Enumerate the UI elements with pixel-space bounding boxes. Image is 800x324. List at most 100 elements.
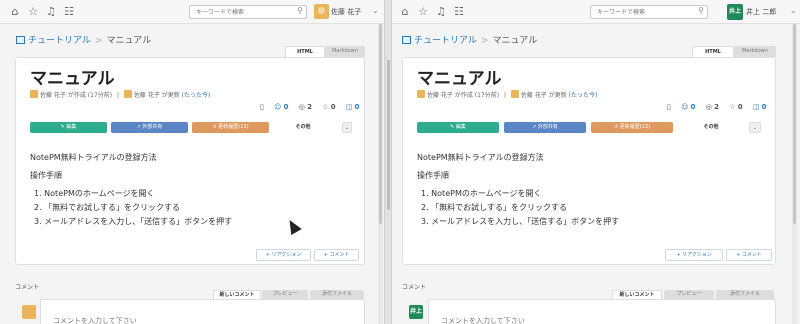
tab-markdown[interactable]: Markdown [734,46,776,57]
view-count-value: 2 [307,103,312,111]
search-icon[interactable]: ⚲ [297,6,303,15]
reaction-count[interactable]: ☺ 0 [681,103,695,111]
list-item: 2. 「無料でお試しする」をクリックする [421,203,568,212]
comment-section-label: コメント [15,284,40,291]
more-dropdown-button[interactable]: ⌄ [342,122,352,133]
comment-count-value: 0 [354,103,360,111]
breadcrumb-current: マニュアル [106,36,152,46]
edit-button[interactable]: ✎ 編集 [30,122,107,133]
star-icon[interactable]: ☆ [416,5,430,19]
updated-time-link[interactable]: (たった今) [182,92,211,99]
history-button[interactable]: ↺ 更新履歴(13) [591,122,673,133]
document-card: マニュアル 佐藤 花子 が作成 (17分前) | 佐藤 花子 が更新 (たった今… [402,57,776,265]
history-button[interactable]: ↺ 更新履歴(13) [192,122,269,133]
users-icon[interactable]: ☷ [452,5,466,19]
breadcrumb-link[interactable]: チュートリアル [28,36,91,46]
chevron-down-icon[interactable]: ⌄ [372,6,379,15]
updated-time-link[interactable]: (たった今) [569,92,598,99]
content-heading: NotePM無料トライアルの登録方法 [417,153,544,162]
home-icon[interactable]: ⌂ [8,5,22,19]
external-share-button[interactable]: ↗ 外部共有 [504,122,586,133]
comment-count[interactable]: ◫ 0 [346,103,360,111]
search-input[interactable] [591,6,691,18]
avatar[interactable] [314,4,329,19]
tab-new-comment[interactable]: 新しいコメント [612,290,662,299]
comment-count-value: 0 [761,103,767,111]
tab-attachments[interactable]: 添付ファイル [716,290,774,299]
scrollbar-thumb[interactable] [379,24,382,224]
tab-preview[interactable]: プレビュー [262,290,308,299]
users-icon[interactable]: ☷ [62,5,76,19]
tab-preview[interactable]: プレビュー [664,290,714,299]
avatar [22,305,36,319]
comment-count[interactable]: ◫ 0 [753,103,767,111]
clipboard-icon[interactable]: ▯ [260,103,264,111]
share-button-label: 外部共有 [537,124,558,130]
list-item: 1. NotePMのホームページを開く [421,189,542,198]
top-bar: ⌂ ☆ ♫ ☷ ⚲ 井上 井上 二郎 ⌄ [392,0,800,24]
comment-input[interactable] [441,316,641,324]
list-item: 3. メールアドレスを入力し、「送信する」ボタンを押す [421,217,620,226]
bell-icon[interactable]: ♫ [434,5,448,19]
meta-separator: | [503,92,506,99]
reaction-button[interactable]: + リアクション [256,249,311,261]
share-button-label: 外部共有 [142,124,163,130]
search-input[interactable] [190,6,290,18]
list-item: 1. NotePMのホームページを開く [34,189,155,198]
comment-input[interactable] [53,316,253,324]
page-stats: ▯ ☺ 0 ◎ 2 ☆ 0 ◫ 0 [659,103,767,111]
other-menu-button[interactable]: その他 [678,122,744,133]
bell-icon[interactable]: ♫ [44,5,58,19]
tab-new-comment[interactable]: 新しいコメント [213,290,261,299]
view-count: ◎ 2 [298,103,312,111]
star-icon[interactable]: ☆ [26,5,40,19]
breadcrumb-separator: > [480,36,489,46]
updated-info: 佐藤 花子 が更新 [520,92,567,99]
comment-button[interactable]: + コメント [314,249,359,261]
user-name[interactable]: 井上 二郎 [746,7,776,17]
notebook-icon [16,36,25,44]
history-button-label: 更新履歴(13) [218,124,249,130]
tab-html[interactable]: HTML [285,46,325,57]
more-dropdown-button[interactable]: ⌄ [749,122,761,133]
author-avatar [417,90,425,98]
tab-html[interactable]: HTML [692,46,734,57]
other-menu-button[interactable]: その他 [273,122,333,133]
created-info: 佐藤 花子 が作成 (17分前) [427,92,500,99]
edit-button[interactable]: ✎ 編集 [417,122,499,133]
editor-avatar [123,90,132,98]
user-name[interactable]: 佐藤 花子 [331,7,361,17]
updated-info: 佐藤 花子 が更新 [133,92,180,99]
reaction-count-value: 0 [283,103,289,111]
star-count[interactable]: ☆ 0 [729,103,742,111]
tab-attachments[interactable]: 添付ファイル [310,290,364,299]
page-title: マニュアル [417,69,502,89]
scrollbar-thumb[interactable] [793,24,796,224]
content-subheading: 操作手順 [417,171,449,180]
scrollbar[interactable] [792,24,797,324]
reaction-count[interactable]: ☺ 0 [274,103,288,111]
avatar[interactable]: 井上 [727,4,743,20]
search-box: ⚲ [590,5,708,19]
breadcrumb-link[interactable]: チュートリアル [414,36,477,46]
history-button-label: 更新履歴(13) [619,124,651,130]
breadcrumb: チュートリアル > マニュアル [402,33,537,46]
scrollbar[interactable] [378,24,383,324]
home-icon[interactable]: ⌂ [398,5,412,19]
list-item: 3. メールアドレスを入力し、「送信する」ボタンを押す [34,217,233,226]
document-meta: 佐藤 花子 が作成 (17分前) | 佐藤 花子 が更新 (たった今) [30,90,210,99]
search-icon[interactable]: ⚲ [698,6,704,15]
divider-handle[interactable] [387,60,390,210]
page-stats: ▯ ☺ 0 ◎ 2 ☆ 0 ◫ 0 [252,103,360,111]
comment-button[interactable]: + コメント [726,249,772,261]
reaction-button[interactable]: + リアクション [665,249,723,261]
pane-divider[interactable] [384,0,392,324]
meta-separator: | [116,92,119,99]
tab-markdown[interactable]: Markdown [325,46,365,57]
author-avatar [30,90,38,98]
chevron-down-icon[interactable]: ⌄ [790,6,797,15]
notebook-icon [402,36,411,44]
clipboard-icon[interactable]: ▯ [667,103,671,111]
star-count[interactable]: ☆ 0 [322,103,335,111]
external-share-button[interactable]: ↗ 外部共有 [111,122,188,133]
